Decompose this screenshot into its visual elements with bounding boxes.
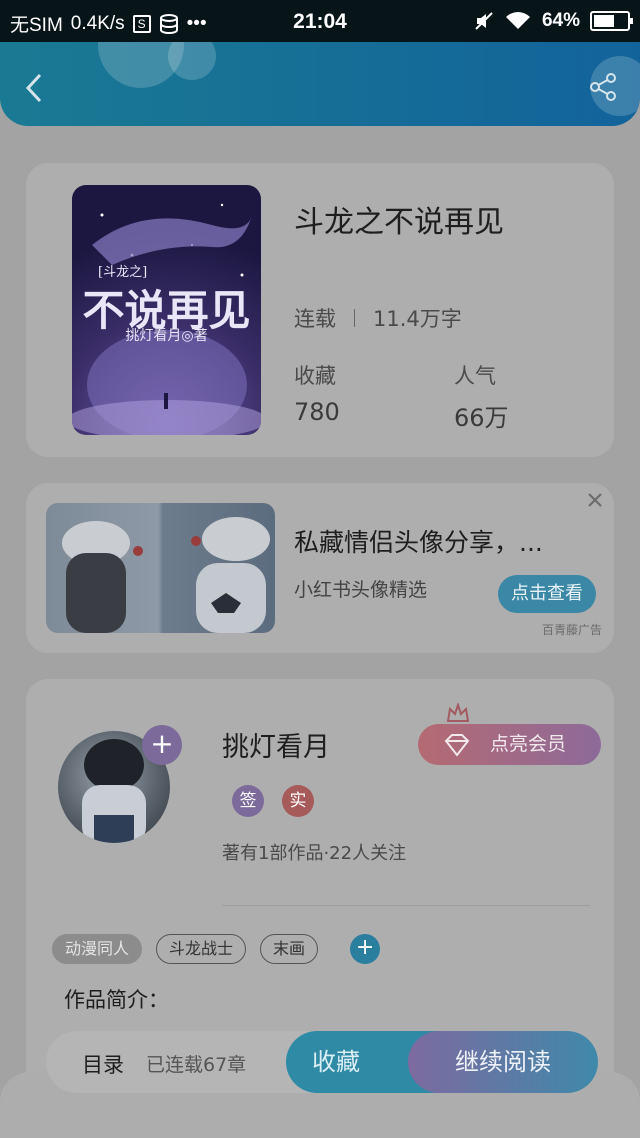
book-info-card: [斗龙之] 不说再见 挑灯看月◎著 斗龙之不说再见 连载 11.4万字 收藏 7… xyxy=(26,163,614,457)
vip-membership-button[interactable]: 点亮会员 xyxy=(418,724,601,765)
top-header xyxy=(0,42,640,126)
meta-divider xyxy=(354,309,355,327)
tag-item[interactable]: 动漫同人 xyxy=(52,934,143,964)
word-count: 11.4万字 xyxy=(373,307,462,331)
author-name[interactable]: 挑灯看月 xyxy=(222,725,330,764)
popularity-label: 人气 xyxy=(454,364,496,388)
back-icon[interactable] xyxy=(22,72,48,104)
divider xyxy=(222,905,590,906)
battery-fill xyxy=(594,15,615,27)
battery-percent: 64% xyxy=(541,10,580,31)
close-icon[interactable] xyxy=(586,491,604,509)
book-cover[interactable]: [斗龙之] 不说再见 挑灯看月◎著 xyxy=(72,185,261,435)
cover-author: 挑灯看月◎著 xyxy=(125,328,208,344)
crown-icon xyxy=(446,703,470,722)
book-status: 连载 xyxy=(294,307,336,331)
share-icon[interactable] xyxy=(588,72,618,102)
ad-image[interactable] xyxy=(46,503,275,633)
status-right: 64% xyxy=(474,10,633,32)
ad-card[interactable]: 私藏情侣头像分享，... 小红书头像精选 点击查看 百青藤广告 xyxy=(26,483,614,653)
mute-icon xyxy=(475,12,493,30)
favorites-value: 780 xyxy=(294,398,340,426)
tag-item[interactable]: 末画 xyxy=(260,934,319,964)
favorites-label: 收藏 xyxy=(294,364,336,388)
ad-illustration xyxy=(62,517,270,633)
ad-source-label: 百青藤广告 xyxy=(541,623,602,637)
continue-reading-button[interactable]: 继续阅读 xyxy=(408,1031,598,1093)
follow-plus-button[interactable]: + xyxy=(142,725,182,765)
bottom-action-bar: 目录 已连载67章 收藏 继续阅读 xyxy=(46,1031,598,1093)
signed-badge: 签 xyxy=(232,785,264,817)
status-bar: 无SIM 0.4K/s S ••• 21:04 64% xyxy=(0,0,640,42)
book-title: 斗龙之不说再见 xyxy=(294,205,504,240)
vip-button-label: 点亮会员 xyxy=(490,733,567,755)
intro-heading: 作品简介： xyxy=(64,988,169,1012)
ad-subtitle: 小红书头像精选 xyxy=(294,579,428,601)
verified-badge: 实 xyxy=(282,785,314,817)
book-meta: 连载 11.4万字 xyxy=(294,303,462,333)
add-tag-button[interactable]: + xyxy=(350,934,381,964)
tag-list: 动漫同人 斗龙战士 末画 + xyxy=(52,934,381,964)
wifi-icon xyxy=(505,12,530,29)
ad-view-button[interactable]: 点击查看 xyxy=(498,575,596,613)
author-stats: 著有1部作品·22人关注 xyxy=(222,843,407,864)
diamond-icon xyxy=(444,734,470,757)
toc-button[interactable]: 目录 xyxy=(82,1049,124,1079)
header-bubble xyxy=(168,42,216,80)
chapter-count[interactable]: 已连载67章 xyxy=(146,1050,246,1077)
tag-item[interactable]: 斗龙战士 xyxy=(156,934,247,964)
ad-title[interactable]: 私藏情侣头像分享，... xyxy=(294,523,543,559)
popularity-value: 66万 xyxy=(454,404,509,432)
battery-icon xyxy=(590,11,633,31)
